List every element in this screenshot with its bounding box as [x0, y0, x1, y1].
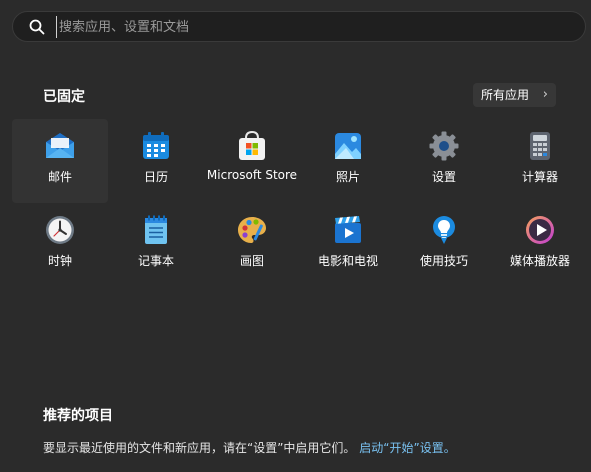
search-box[interactable]	[12, 11, 586, 42]
app-label: 记事本	[137, 254, 174, 268]
app-tile-notepad[interactable]: 记事本	[108, 203, 204, 287]
search-input[interactable]	[56, 16, 559, 38]
app-label: 设置	[431, 170, 456, 184]
app-label: 邮件	[47, 170, 72, 184]
mail-icon	[46, 133, 74, 158]
chevron-right-icon: ›	[542, 87, 548, 102]
calculator-icon	[530, 132, 550, 160]
recommended-text: 要显示最近使用的文件和新应用，请在“设置”中启用它们。	[43, 441, 356, 455]
app-tile-calendar[interactable]: 日历	[108, 119, 204, 203]
app-label: 画图	[239, 254, 264, 268]
app-tile-calculator[interactable]: 计算器	[492, 119, 588, 203]
all-apps-label: 所有应用	[481, 88, 530, 102]
app-tile-clock[interactable]: 时钟	[12, 203, 108, 287]
media-player-icon	[526, 216, 554, 244]
app-tile-movies-tv[interactable]: 电影和电视	[300, 203, 396, 287]
app-tile-paint[interactable]: 画图	[204, 203, 300, 287]
app-label: 电影和电视	[317, 254, 378, 268]
start-settings-link[interactable]: 启动“开始”设置。	[359, 441, 455, 455]
recommended-section-title: 推荐的项目	[43, 408, 113, 424]
photos-icon	[335, 133, 361, 159]
paint-palette-icon	[238, 217, 266, 243]
calendar-icon	[143, 132, 169, 159]
pinned-section-title: 已固定	[43, 89, 85, 105]
store-icon	[239, 130, 265, 160]
app-label: 日历	[143, 170, 168, 184]
app-label: 媒体播放器	[509, 254, 570, 268]
app-label: 计算器	[521, 170, 558, 184]
settings-gear-icon	[429, 131, 459, 161]
app-tile-mail[interactable]: 邮件	[12, 119, 108, 203]
app-label: 时钟	[47, 254, 72, 268]
clock-icon	[46, 216, 74, 244]
app-label: 使用技巧	[419, 254, 468, 268]
notepad-icon	[145, 215, 167, 244]
app-label: 照片	[335, 170, 360, 184]
app-tile-photos[interactable]: 照片	[300, 119, 396, 203]
search-icon	[29, 19, 45, 35]
all-apps-button[interactable]: 所有应用 ›	[473, 83, 556, 107]
tips-bulb-icon	[433, 216, 455, 244]
app-label: Microsoft Store	[206, 168, 298, 182]
app-tile-tips[interactable]: 使用技巧	[396, 203, 492, 287]
app-tile-settings[interactable]: 设置	[396, 119, 492, 203]
recommended-message: 要显示最近使用的文件和新应用，请在“设置”中启用它们。 启动“开始”设置。	[43, 439, 456, 456]
movies-tv-icon	[335, 216, 361, 243]
app-tile-microsoft-store[interactable]: Microsoft Store	[204, 119, 300, 203]
app-tile-media-player[interactable]: 媒体播放器	[492, 203, 588, 287]
